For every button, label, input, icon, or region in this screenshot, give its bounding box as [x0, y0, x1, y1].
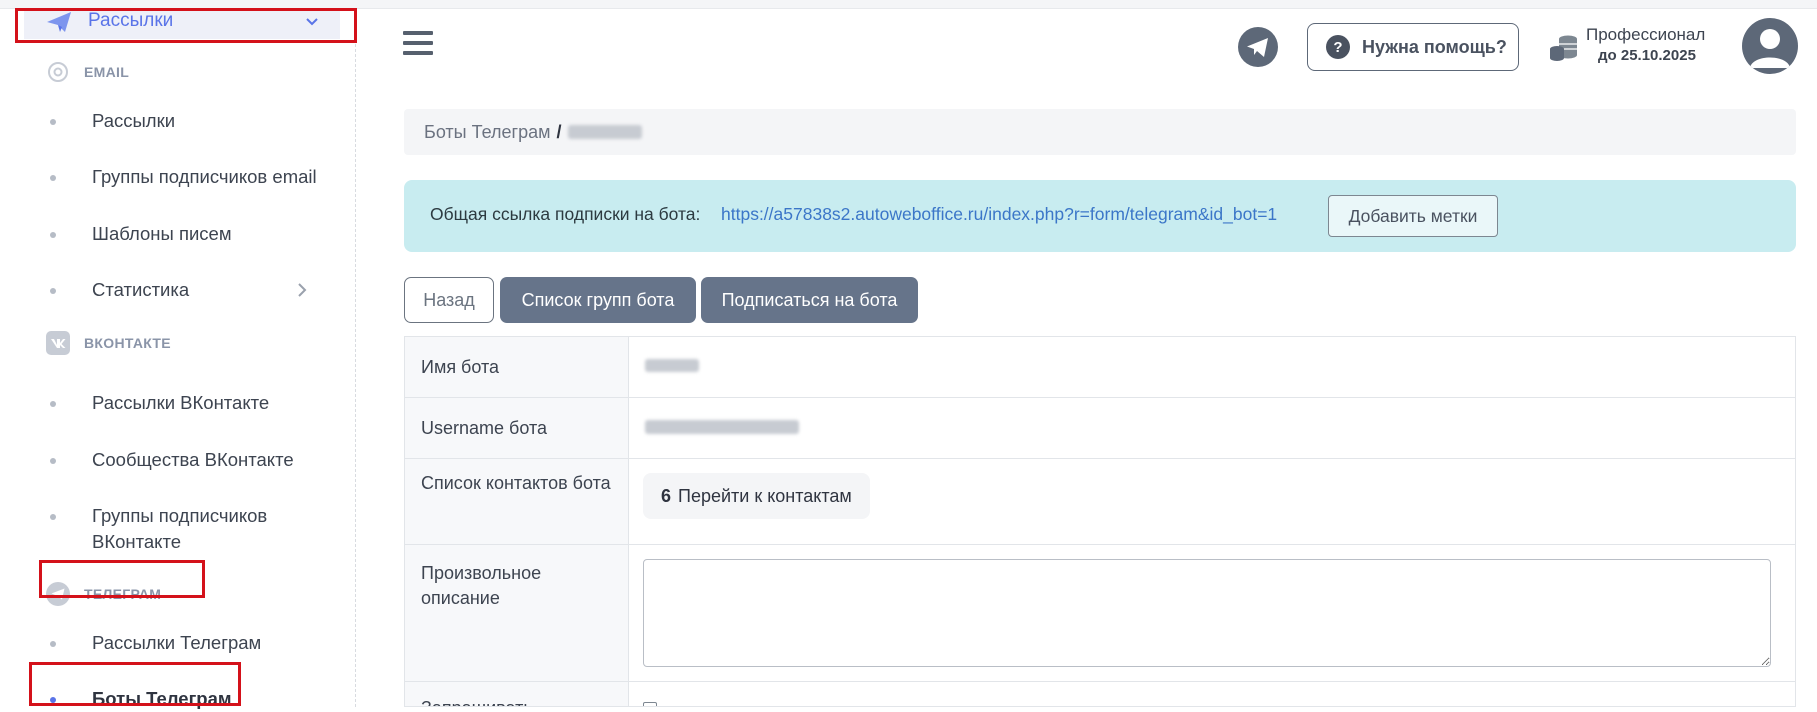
highlight-box: [29, 662, 241, 706]
sidebar-item-label: Группы подписчиков ВКонтакте: [92, 505, 268, 552]
bot-details-table: Имя бота Username бота Список контактов …: [404, 336, 1796, 707]
user-icon: [1750, 29, 1790, 68]
chevron-right-icon: [298, 283, 307, 297]
row-label: Username бота: [421, 418, 548, 438]
contacts-link-label: Перейти к контактам: [678, 485, 852, 506]
menu-toggle-icon[interactable]: [403, 31, 433, 59]
highlight-box: [15, 8, 357, 43]
back-button[interactable]: Назад: [404, 277, 494, 323]
breadcrumb-separator: /: [556, 121, 562, 142]
sidebar-item-label: Рассылки: [92, 110, 176, 131]
vk-icon: [46, 331, 70, 355]
avatar[interactable]: [1742, 18, 1798, 74]
table-row-request: Запрашивать: [405, 682, 1795, 706]
bullet: [50, 458, 56, 464]
alert-text: Общая ссылка подписки на бота:: [430, 204, 701, 224]
plan-expiry: до 25.10.2025: [1598, 47, 1696, 64]
question-icon: ?: [1326, 35, 1350, 59]
sidebar-section-email: EMAIL: [46, 60, 129, 84]
bullet: [50, 641, 56, 647]
sidebar-item-label: Сообщества ВКонтакте: [92, 449, 294, 470]
bot-name-redacted: [645, 359, 699, 372]
bullet: [50, 175, 56, 181]
row-label: Произвольное описание: [421, 563, 542, 608]
bullet: [50, 232, 56, 238]
description-textarea[interactable]: [643, 559, 1771, 667]
subscription-link[interactable]: https://a57838s2.autoweboffice.ru/index.…: [721, 204, 1277, 225]
table-row-username: Username бота: [405, 398, 1795, 459]
contacts-link[interactable]: 6 Перейти к контактам: [643, 473, 870, 519]
sidebar: Рассылки EMAIL Рассылки Группы подписчик…: [0, 9, 356, 709]
subscription-link-alert: Общая ссылка подписки на бота: https://a…: [404, 180, 1796, 252]
bot-username-redacted: [645, 420, 799, 434]
breadcrumb-parent[interactable]: Боты Телеграм: [424, 122, 550, 143]
subscribe-bot-button[interactable]: Подписаться на бота: [701, 277, 918, 323]
table-row-bot-name: Имя бота: [405, 337, 1795, 398]
table-row-description: Произвольное описание: [405, 545, 1795, 682]
sidebar-item-label: Рассылки Телеграм: [92, 632, 262, 653]
row-label: Имя бота: [421, 357, 500, 377]
plan-info[interactable]: Профессионал до 25.10.2025: [1548, 25, 1718, 71]
table-row-contacts: Список контактов бота 6 Перейти к контак…: [405, 459, 1795, 545]
request-checkbox[interactable]: [643, 702, 657, 706]
sidebar-item-label: Группы подписчиков email: [92, 166, 317, 187]
sidebar-item-label: Шаблоны писем: [92, 223, 232, 244]
highlight-box: [39, 560, 205, 598]
help-label: Нужна помощь?: [1362, 36, 1507, 57]
sidebar-item-label: Рассылки ВКонтакте: [92, 392, 270, 413]
section-title: ВКОНТАКТЕ: [84, 335, 171, 351]
coins-icon: [1550, 35, 1577, 61]
breadcrumb: Боты Телеграм /: [404, 109, 1796, 155]
telegram-link-icon[interactable]: [1238, 27, 1278, 67]
help-button[interactable]: ? Нужна помощь?: [1307, 23, 1519, 71]
bot-groups-button[interactable]: Список групп бота: [500, 277, 696, 323]
contacts-count: 6: [661, 485, 672, 506]
bullet: [50, 288, 56, 294]
breadcrumb-current-redacted: [567, 125, 642, 139]
at-icon: [46, 60, 70, 84]
row-label: Список контактов бота: [421, 473, 611, 493]
bullet: [50, 514, 56, 520]
bullet: [50, 401, 56, 407]
plan-name: Профессионал: [1586, 25, 1706, 44]
bullet: [50, 119, 56, 125]
row-label: Запрашивать: [421, 696, 621, 706]
section-title: EMAIL: [84, 64, 130, 80]
sidebar-section-vk: ВКОНТАКТЕ: [46, 331, 171, 355]
add-tags-button[interactable]: Добавить метки: [1328, 195, 1498, 237]
